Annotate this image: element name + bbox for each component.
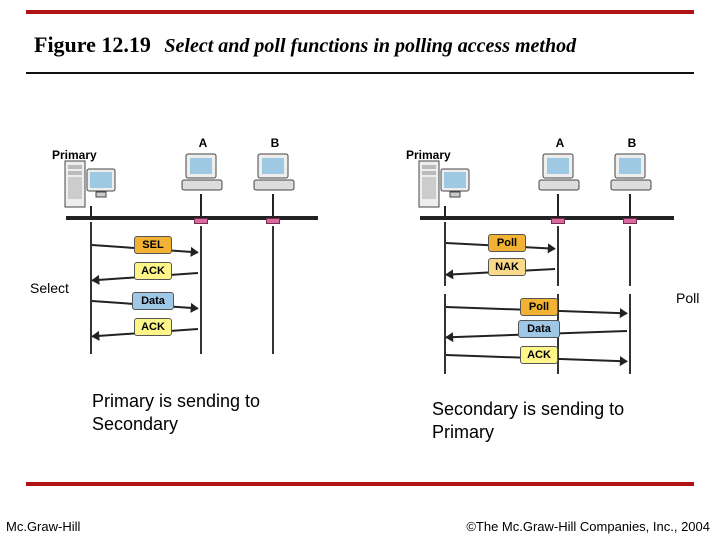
figure-title: Figure 12.19 Select and poll functions i… [34, 32, 576, 58]
select-side-label: Select [30, 280, 69, 296]
poll1-msg: Poll [488, 234, 526, 252]
bottom-red-rule [26, 482, 694, 486]
station-b-label-right: B [625, 136, 639, 150]
station-b-track-left [272, 226, 274, 354]
station-b-drop-right [629, 194, 631, 216]
station-b-drop-left [272, 194, 274, 216]
poll2-msg: Poll [520, 298, 558, 316]
station-a-label-right: A [553, 136, 567, 150]
station-b-track-right [629, 226, 631, 374]
primary-drop-right [444, 206, 446, 216]
sel-msg: SEL [134, 236, 172, 254]
station-a-drop-right [557, 194, 559, 216]
primary-tower-left [64, 160, 86, 208]
station-a-pc-left [178, 152, 226, 194]
station-a-label-left: A [196, 136, 210, 150]
caption-right: Secondary is sending to Primary [432, 398, 652, 443]
station-a-pc-right [535, 152, 583, 194]
figure-caption: Select and poll functions in polling acc… [156, 35, 576, 57]
title-underline [26, 72, 694, 74]
station-a-track-left [200, 226, 202, 354]
data-msg-left: Data [132, 292, 174, 310]
primary-track-gap [444, 286, 446, 294]
station-a-tap-right [551, 218, 565, 224]
primary-tower-right [418, 160, 440, 208]
ack2-msg-left: ACK [134, 318, 172, 336]
station-b-tap-right [623, 218, 637, 224]
primary-monitor-left [86, 168, 116, 198]
station-b-label-left: B [268, 136, 282, 150]
primary-monitor-right [440, 168, 470, 198]
top-red-rule [26, 10, 694, 14]
station-a-tap-left [194, 218, 208, 224]
nak-msg: NAK [488, 258, 526, 276]
station-b-pc-right [607, 152, 655, 194]
primary-track-right [444, 222, 446, 374]
footer-publisher: Mc.Graw-Hill [6, 519, 80, 534]
station-b-pc-left [250, 152, 298, 194]
station-a-drop-left [200, 194, 202, 216]
primary-drop-left [90, 206, 92, 216]
a-track-gap [557, 286, 559, 294]
station-b-tap-left [266, 218, 280, 224]
poll-side-label: Poll [676, 290, 699, 306]
bus-line-left [66, 216, 318, 220]
ack-msg-right: ACK [520, 346, 558, 364]
footer-copyright: ©The Mc.Graw-Hill Companies, Inc., 2004 [466, 519, 710, 534]
figure-number: Figure 12.19 [34, 32, 151, 57]
b-track-gap [629, 286, 631, 294]
caption-left: Primary is sending to Secondary [92, 390, 312, 435]
ack1-msg-left: ACK [134, 262, 172, 280]
data-msg-right: Data [518, 320, 560, 338]
